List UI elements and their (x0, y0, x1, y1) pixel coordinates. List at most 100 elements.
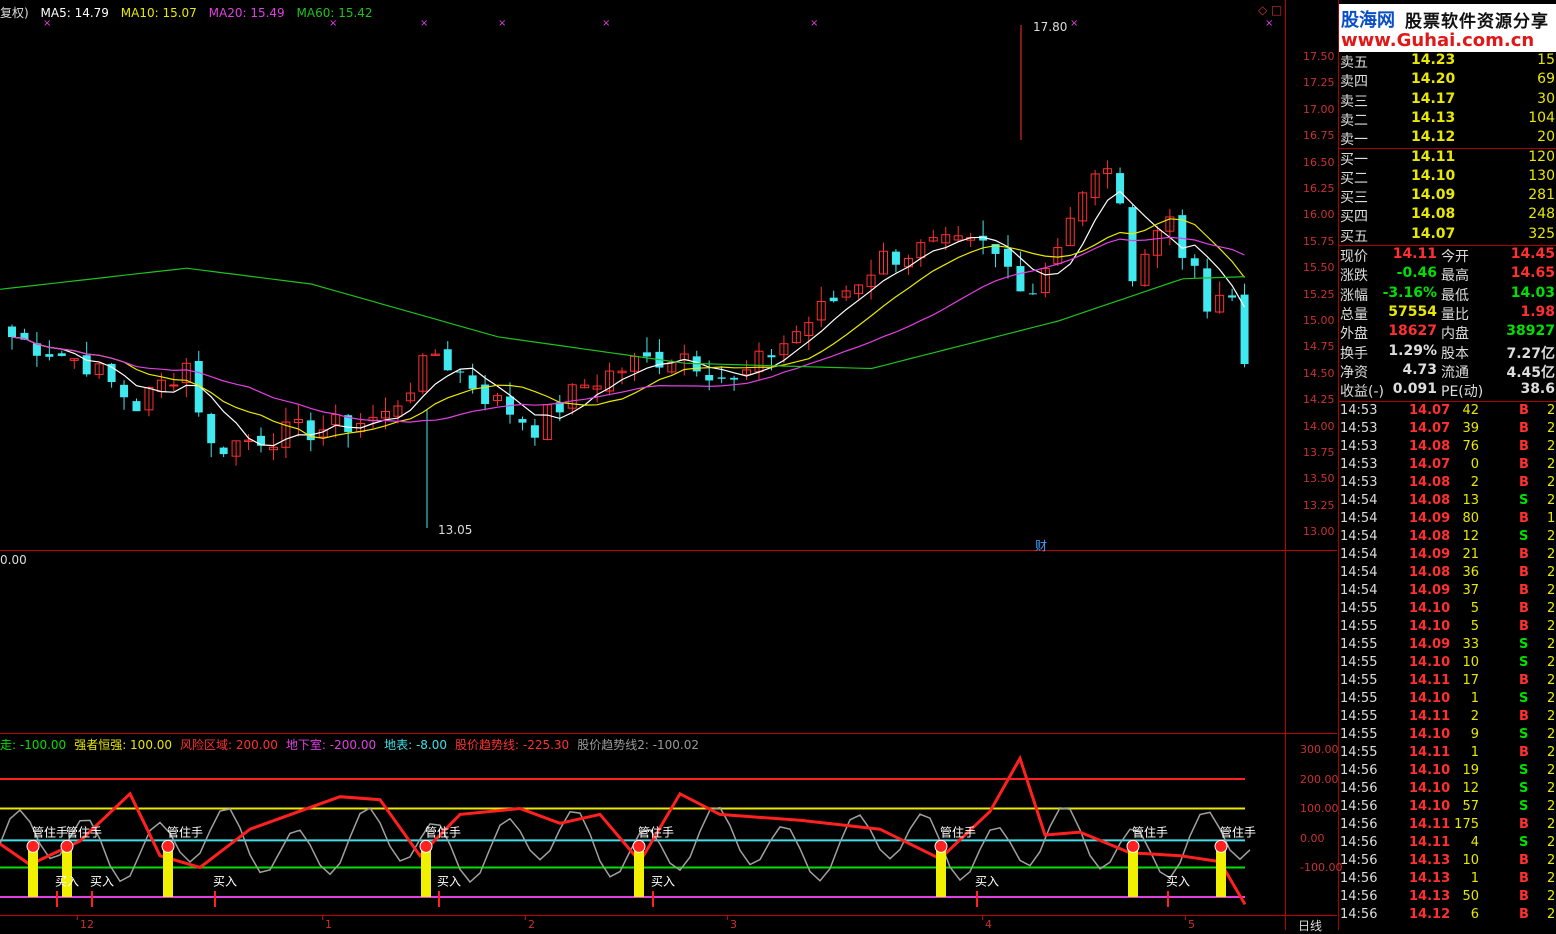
candle[interactable] (742, 360, 752, 380)
candle[interactable] (244, 434, 254, 451)
candle[interactable] (231, 440, 241, 466)
candle[interactable] (518, 416, 527, 431)
candle[interactable] (592, 374, 602, 403)
tick-row: 14:53 14.08 76 B 2 (1339, 439, 1556, 457)
candle[interactable] (368, 404, 378, 429)
finance-marker[interactable]: 财 (1035, 537, 1047, 554)
order-level-label: 卖三 (1340, 93, 1368, 110)
candle[interactable] (580, 378, 590, 389)
tick-count: 2 (1547, 439, 1556, 454)
candle[interactable] (928, 229, 938, 243)
candle[interactable] (120, 380, 129, 410)
candle[interactable] (1140, 249, 1150, 287)
candle[interactable] (916, 239, 926, 267)
candle[interactable] (1190, 254, 1199, 279)
candle[interactable] (879, 242, 888, 275)
candle[interactable] (1215, 281, 1225, 314)
candle[interactable] (655, 339, 664, 375)
tick-volume: 2 (1470, 475, 1479, 490)
signal-dot (26, 839, 40, 853)
order-level-label: 卖五 (1340, 55, 1368, 71)
candle[interactable] (344, 414, 353, 448)
candle[interactable] (219, 446, 228, 458)
candlestick-chart[interactable]: × × × × × × × × (0, 0, 1285, 550)
candle[interactable] (791, 325, 801, 344)
candle[interactable] (730, 375, 739, 391)
tick-side: S (1519, 781, 1529, 796)
candle[interactable] (268, 433, 278, 461)
candle[interactable] (1078, 190, 1088, 227)
tick-count: 2 (1547, 889, 1556, 904)
candle[interactable] (181, 357, 191, 398)
tick-time: 14:56 (1340, 781, 1378, 796)
candle[interactable] (281, 407, 291, 459)
signal-dot (161, 839, 175, 853)
candle[interactable] (393, 400, 403, 424)
x-axis-label: 3 (730, 918, 737, 931)
signal-label: 管住手 (66, 824, 102, 839)
candle[interactable] (530, 418, 539, 446)
candle[interactable] (144, 386, 154, 417)
candle[interactable] (953, 225, 963, 242)
candle[interactable] (567, 383, 577, 415)
candle[interactable] (1053, 238, 1063, 266)
indicator-chart[interactable]: 管住手管住手 管住手 管住手 管住手 管住手 管住手 管住手买入 买入 买入 买入 买入 买入 买入 (0, 733, 1285, 915)
stats-row: 总量 57554 量比 1.98 (1339, 304, 1556, 323)
candle[interactable] (169, 372, 179, 393)
candle[interactable] (506, 382, 514, 424)
candle[interactable] (605, 362, 615, 396)
candle[interactable] (493, 392, 503, 407)
candle[interactable] (841, 285, 851, 302)
tick-count: 2 (1547, 799, 1556, 814)
tick-row: 14:55 14.10 5 B 2 (1339, 601, 1556, 619)
candle[interactable] (57, 350, 66, 357)
candle[interactable] (1128, 204, 1137, 287)
candle[interactable] (1090, 169, 1100, 206)
candle[interactable] (1116, 167, 1125, 205)
candle[interactable] (1065, 207, 1075, 247)
candle[interactable] (331, 404, 341, 438)
candle[interactable] (1203, 258, 1212, 319)
tick-row: 14:55 14.10 5 B 2 (1339, 619, 1556, 637)
candle[interactable] (1004, 235, 1012, 279)
candle[interactable] (194, 350, 203, 417)
candle[interactable] (1103, 160, 1113, 189)
tick-count: 2 (1547, 907, 1556, 922)
candle[interactable] (418, 353, 428, 395)
tick-volume: 175 (1454, 817, 1479, 832)
candle[interactable] (69, 358, 79, 369)
candle[interactable] (207, 412, 216, 458)
candle[interactable] (542, 404, 552, 441)
candle[interactable] (804, 316, 814, 351)
candle[interactable] (816, 286, 826, 328)
candle[interactable] (1240, 283, 1249, 368)
candle[interactable] (1152, 225, 1162, 269)
period-label[interactable]: 日线 (1298, 917, 1322, 934)
candle[interactable] (891, 249, 900, 273)
candle[interactable] (45, 340, 54, 361)
order-volume: 20 (1537, 129, 1555, 146)
candle[interactable] (94, 362, 104, 379)
candle[interactable] (443, 341, 452, 371)
candle[interactable] (132, 398, 141, 412)
candle[interactable] (754, 342, 764, 381)
tick-row: 14:54 14.09 37 B 2 (1339, 583, 1556, 601)
candle[interactable] (257, 427, 265, 453)
candle[interactable] (854, 284, 864, 300)
order-level-label: 买一 (1340, 151, 1368, 168)
candle[interactable] (991, 244, 1000, 268)
candle[interactable] (306, 412, 315, 452)
candle[interactable] (356, 413, 366, 438)
candle[interactable] (405, 382, 415, 404)
candle[interactable] (32, 332, 41, 367)
order-book-row: 卖三 14.17 30 (1339, 91, 1556, 110)
candle[interactable] (293, 404, 303, 437)
candle[interactable] (430, 349, 440, 356)
candle[interactable] (829, 290, 838, 303)
candle[interactable] (966, 232, 976, 248)
candle[interactable] (1028, 283, 1037, 295)
tick-price: 14.09 (1409, 547, 1451, 562)
candle[interactable] (1178, 209, 1187, 270)
tick-time: 14:56 (1340, 799, 1378, 814)
tick-price: 14.07 (1409, 457, 1451, 472)
